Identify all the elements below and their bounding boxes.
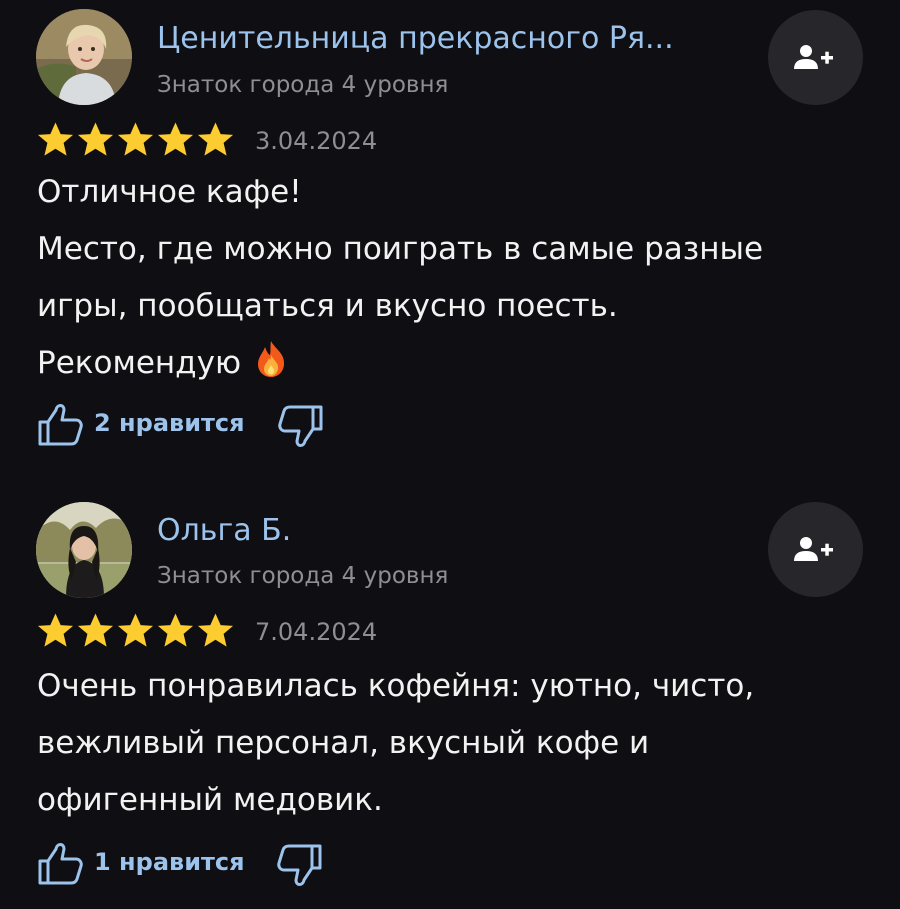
thumbs-up-icon: [38, 404, 83, 446]
rating-stars: [36, 120, 235, 160]
review-text-line: вежливый персонал, вкусный кофе и: [37, 725, 650, 761]
like-button[interactable]: 2 нравится: [36, 400, 251, 450]
add-user-icon: [794, 45, 833, 69]
author-name[interactable]: Ольга Б.: [157, 512, 291, 550]
star-icon: [197, 613, 234, 647]
review-text: Отличное кафе! Место, где можно поиграть…: [37, 164, 877, 392]
subscribe-button[interactable]: [768, 502, 863, 597]
like-count-label: 1 нравится: [94, 848, 245, 876]
author-avatar[interactable]: [36, 9, 132, 105]
author-level: Знаток города 4 уровня: [157, 563, 449, 589]
star-icon: [157, 122, 194, 156]
star-icon: [37, 122, 74, 156]
star-icon: [157, 613, 194, 647]
star-icon: [117, 613, 154, 647]
thumbs-up-icon: [38, 843, 83, 885]
star-icon: [77, 613, 114, 647]
star-icon: [37, 613, 74, 647]
review-text-line: Отличное кафе!: [37, 174, 302, 210]
review-text: Очень понравилась кофейня: уютно, чисто,…: [37, 658, 877, 829]
avatar-photo: [36, 9, 132, 105]
fire-icon: [258, 341, 285, 377]
author-level: Знаток города 4 уровня: [157, 72, 449, 98]
review-text-line: Место, где можно поиграть в самые разные: [37, 231, 764, 267]
star-icon: [77, 122, 114, 156]
author-avatar[interactable]: [36, 502, 132, 598]
thumbs-down-icon: [278, 405, 323, 447]
review-text-line-content: Рекомендую: [37, 345, 242, 381]
review-text-line: игры, пообщаться и вкусно поесть.: [37, 288, 618, 324]
dislike-button[interactable]: [276, 842, 326, 892]
review-text-line: офигенный медовик.: [37, 782, 383, 818]
thumbs-down-icon: [277, 844, 322, 886]
star-icon: [117, 122, 154, 156]
rating-stars: [36, 611, 235, 651]
review-text-line: Рекомендую: [37, 335, 877, 392]
star-icon: [197, 122, 234, 156]
review-text-line: Очень понравилась кофейня: уютно, чисто,: [37, 668, 755, 704]
like-button[interactable]: 1 нравится: [36, 839, 251, 889]
like-count-label: 2 нравится: [94, 409, 245, 437]
review-date: 7.04.2024: [255, 618, 378, 646]
add-user-icon: [794, 537, 833, 561]
subscribe-button[interactable]: [768, 10, 863, 105]
review-date: 3.04.2024: [255, 127, 378, 155]
author-name[interactable]: Ценительница прекрасного Ря...: [157, 20, 674, 58]
avatar-photo: [36, 502, 132, 598]
dislike-button[interactable]: [277, 403, 327, 453]
